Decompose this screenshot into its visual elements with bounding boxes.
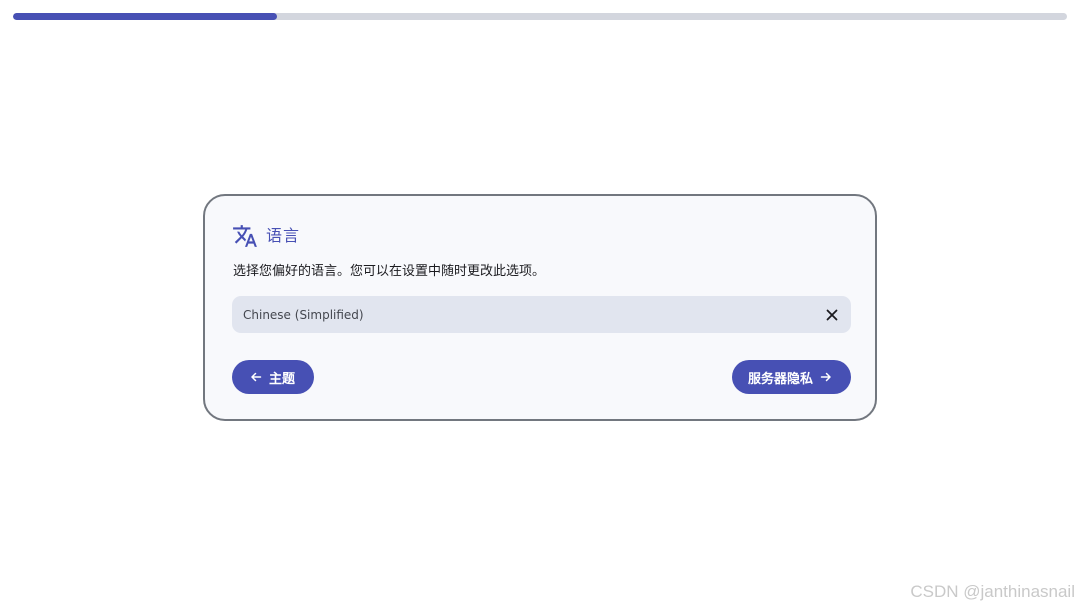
arrow-left-icon [250,371,262,383]
card-header: 语言 [232,223,300,249]
next-button-label: 服务器隐私 [748,371,814,387]
close-icon[interactable] [825,308,839,322]
language-select-value: Chinese (Simplified) [243,307,364,322]
card-description: 选择您偏好的语言。您可以在设置中随时更改此选项。 [233,264,546,279]
arrow-right-icon [820,371,832,383]
progress-bar [13,13,1067,20]
back-button-label: 主题 [269,371,296,387]
next-button[interactable]: 服务器隐私 [732,360,851,394]
back-button[interactable]: 主题 [232,360,314,394]
card-title: 语言 [266,226,301,245]
translate-icon [232,223,258,249]
language-card: 语言 选择您偏好的语言。您可以在设置中随时更改此选项。 Chinese (Sim… [203,194,877,421]
language-select[interactable]: Chinese (Simplified) [232,296,851,333]
progress-bar-fill [13,13,277,20]
watermark: CSDN @janthinasnail [910,582,1075,601]
onboarding-page: 语言 选择您偏好的语言。您可以在设置中随时更改此选项。 Chinese (Sim… [0,0,1080,608]
